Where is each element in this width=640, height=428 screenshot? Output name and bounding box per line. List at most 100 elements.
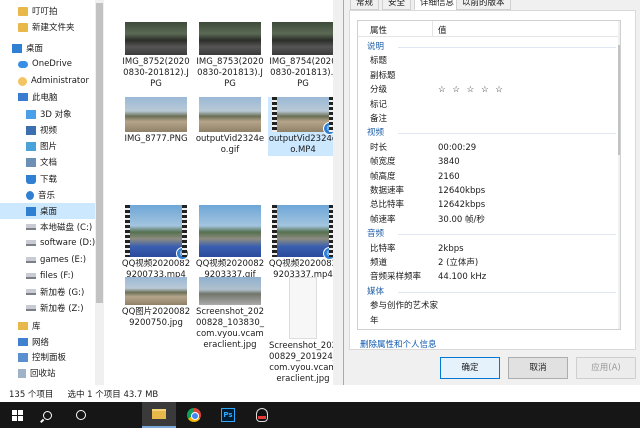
start-button[interactable]: [0, 402, 34, 428]
nav-item[interactable]: 本地磁盘 (C:): [0, 219, 95, 235]
nav-item[interactable]: 新建文件夹: [0, 19, 95, 35]
image-thumbnail: [199, 97, 261, 132]
qq-button[interactable]: [245, 402, 279, 428]
property-list-scrollbar-thumb[interactable]: [618, 45, 620, 155]
property-name: 帧高度: [370, 171, 396, 182]
property-row[interactable]: 时长 00:00:29: [358, 141, 620, 155]
nav-item[interactable]: 桌面: [0, 40, 95, 56]
property-row[interactable]: 年: [358, 314, 620, 328]
photoshop-button[interactable]: Ps: [211, 402, 245, 428]
property-row[interactable]: 帧高度 2160: [358, 170, 620, 184]
image-thumbnail: [199, 277, 261, 305]
file-view-scrollbar[interactable]: [333, 0, 343, 385]
image-thumbnail: [125, 22, 187, 55]
property-row[interactable]: 标记: [358, 98, 620, 112]
nav-item[interactable]: 新加卷 (Z:): [0, 300, 95, 316]
file-tile[interactable]: ◎ outputVid2324eo.MP4: [268, 97, 338, 156]
apply-button[interactable]: 应用(A): [576, 357, 636, 379]
rating-stars-icon[interactable]: ☆ ☆ ☆ ☆ ☆: [438, 83, 505, 97]
property-row[interactable]: 帧宽度 3840: [358, 155, 620, 169]
nav-item-label: 网络: [32, 338, 50, 348]
file-tile[interactable]: IMG_8752(20200830-201812).JPG: [121, 22, 191, 90]
file-tile[interactable]: QQ图片20200829200750.jpg: [121, 277, 191, 329]
file-tile[interactable]: IMG_8754(20200830-201813).JPG: [268, 22, 338, 90]
nav-item-label: software (D:): [40, 238, 96, 248]
nav-item[interactable]: OneDrive: [0, 56, 95, 72]
property-row[interactable]: 帧速率 30.00 帧/秒: [358, 213, 620, 227]
tab-1[interactable]: 安全: [382, 0, 412, 10]
file-tile[interactable]: IMG_8753(20200830-201813).JPG: [195, 22, 265, 90]
nav-item[interactable]: Administrator: [0, 73, 95, 89]
nav-item-label: 此电脑: [32, 93, 58, 103]
nav-item[interactable]: 3D 对象: [0, 106, 95, 122]
chrome-icon: [187, 408, 201, 422]
nav-item[interactable]: 新加卷 (G:): [0, 284, 95, 300]
property-row[interactable]: 频道 2 (立体声): [358, 256, 620, 270]
search-button[interactable]: [30, 402, 64, 428]
file-tile[interactable]: Screenshot_20200829_201924_com.vyou.vcam…: [268, 277, 338, 385]
tab-3[interactable]: 以前的版本: [456, 0, 511, 10]
nav-item[interactable]: 音乐: [0, 187, 95, 203]
status-bar: 135 个项目 选中 1 个项目 43.7 MB: [0, 385, 343, 402]
file-name: Screenshot_20200828_103830_com.vyou.vcam…: [195, 307, 265, 350]
nav-item[interactable]: files (F:): [0, 268, 95, 284]
navigation-scrollbar-thumb[interactable]: [96, 3, 103, 303]
control-panel-icon: [18, 352, 28, 362]
property-name: 音频采样频率: [370, 272, 422, 283]
nav-item-label: 新加卷 (G:): [40, 288, 85, 298]
ok-button[interactable]: 确定: [440, 357, 500, 379]
nav-item-label: 桌面: [26, 44, 44, 54]
property-row[interactable]: 音频采样频率 44.100 kHz: [358, 270, 620, 284]
nav-item[interactable]: 文档: [0, 154, 95, 170]
player-badge-icon: ◎: [176, 247, 189, 260]
file-tile[interactable]: IMG_8777.PNG: [121, 97, 191, 145]
property-row[interactable]: 副标题: [358, 69, 620, 83]
nav-item[interactable]: 桌面: [0, 203, 95, 219]
picture-icon: [26, 141, 36, 151]
nav-item[interactable]: 回收站: [0, 365, 95, 381]
nav-item[interactable]: 视频: [0, 122, 95, 138]
property-row[interactable]: 参与创作的艺术家: [358, 299, 620, 313]
qq-icon: [256, 408, 268, 422]
nav-item[interactable]: 网络: [0, 334, 95, 350]
column-header-value[interactable]: 值: [438, 24, 447, 36]
library-icon: [18, 322, 28, 330]
nav-item[interactable]: 控制面板: [0, 349, 95, 365]
nav-item[interactable]: 下载: [0, 171, 95, 187]
property-row[interactable]: 比特率 2kbps: [358, 242, 620, 256]
nav-item[interactable]: 图片: [0, 138, 95, 154]
property-section: 媒体: [358, 285, 620, 299]
tab-0[interactable]: 常规: [350, 0, 380, 10]
property-list: 属性 值 说明 标题 副标题 分级 ☆ ☆ ☆ ☆ ☆ 标记 备注 视频 时长 00:00:29 帧…: [357, 20, 621, 330]
desktop-icon: [26, 206, 36, 216]
nav-item[interactable]: games (E:): [0, 252, 95, 268]
nav-item[interactable]: 此电脑: [0, 89, 95, 105]
tab-2[interactable]: 详细信息: [414, 0, 461, 10]
file-tile[interactable]: outputVid2324eo.gif: [195, 97, 265, 156]
property-name: 总比特率: [370, 200, 405, 211]
property-row[interactable]: 分级 ☆ ☆ ☆ ☆ ☆: [358, 83, 620, 97]
file-explorer-button[interactable]: [142, 402, 176, 428]
column-divider[interactable]: [432, 21, 433, 37]
chrome-button[interactable]: [177, 402, 211, 428]
nav-item[interactable]: software (D:): [0, 235, 95, 251]
property-row[interactable]: 标题: [358, 54, 620, 68]
property-row[interactable]: 备注: [358, 112, 620, 126]
property-row[interactable]: 总比特率 12642kbps: [358, 198, 620, 212]
remove-properties-link[interactable]: 删除属性和个人信息: [360, 338, 437, 350]
file-tile[interactable]: ◎ QQ视频20200829200733.mp4: [121, 205, 191, 281]
nav-item[interactable]: 叮叮拍: [0, 3, 95, 19]
cancel-button[interactable]: 取消: [508, 357, 568, 379]
nav-item-label: 叮叮拍: [32, 7, 58, 17]
file-tile[interactable]: ◎ QQ视频20200829203337.mp4: [268, 205, 338, 281]
nav-item[interactable]: 库: [0, 318, 95, 334]
file-tile[interactable]: QQ视频20200829203337.gif: [195, 205, 265, 281]
section-title: 音频: [367, 229, 385, 240]
property-section: 说明: [358, 40, 620, 54]
column-header-property[interactable]: 属性: [370, 24, 387, 36]
property-name: 备注: [370, 114, 388, 124]
file-tile[interactable]: Screenshot_20200828_103830_com.vyou.vcam…: [195, 277, 265, 351]
task-view-button[interactable]: [64, 402, 98, 428]
file-name: outputVid2324eo.MP4: [268, 134, 338, 155]
property-row[interactable]: 数据速率 12640kbps: [358, 184, 620, 198]
